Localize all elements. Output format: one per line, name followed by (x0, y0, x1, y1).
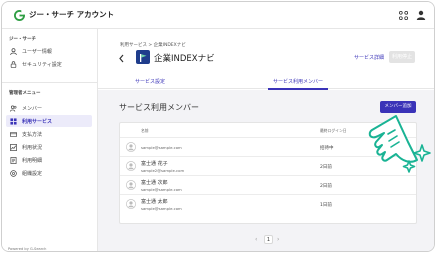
table-row[interactable]: 富士通 太郎 sample@sample.com 1日前 (120, 194, 416, 213)
member-email: sample@sample.com (141, 206, 182, 211)
member-email: sample@sample.com (141, 145, 182, 150)
column-header-last-login: 最終ログイン日 (320, 128, 347, 133)
sidebar-item-services[interactable]: 利用サービス (6, 115, 92, 127)
member-last-login: 1日前 (320, 203, 332, 208)
pagination-next[interactable]: › (277, 236, 279, 243)
sidebar-org-name: ジー・サーチ (9, 37, 36, 42)
top-bar: ジー・サーチ アカウント (2, 2, 434, 29)
pagination-current-page[interactable]: 1 (264, 235, 273, 244)
member-last-login: 招待中 (320, 146, 334, 151)
member-email: sample@sample.com (141, 187, 182, 192)
service-detail-button[interactable]: サービス詳細 (354, 54, 384, 61)
sidebar-item-label: 利用明細 (22, 157, 43, 164)
lock-icon (10, 60, 17, 68)
sidebar-item-label: 利用サービス (22, 118, 53, 125)
sidebar-item-org-settings[interactable]: 組織設定 (6, 167, 92, 179)
page-title: 企業INDEXナビ (154, 54, 215, 64)
avatar-icon (126, 199, 136, 209)
sidebar-item-members[interactable]: メンバー (6, 102, 92, 114)
sidebar-admin-header: 管理者メニュー (9, 91, 41, 96)
sidebar-item-label: 支払方法 (22, 131, 43, 138)
members-icon (10, 105, 17, 112)
chart-icon (10, 143, 17, 151)
sidebar-item-payment[interactable]: 支払方法 (6, 128, 92, 140)
g-logo-icon (14, 10, 25, 21)
tab-service-settings[interactable]: サービス設定 (135, 78, 165, 85)
member-name: 富士通 太郎 (141, 199, 168, 205)
document-icon (10, 156, 17, 164)
sidebar-item-security[interactable]: セキュリティ設定 (6, 58, 92, 70)
member-last-login: 2日前 (320, 165, 332, 170)
member-name: 富士通 花子 (141, 161, 168, 167)
sidebar: ジー・サーチ ユーザー情報 セキュリティ設定 管理者メニュー メンバー 利用サー… (2, 29, 98, 251)
app-window: ジー・サーチ アカウント ジー・サーチ ユーザー情報 セキュリティ設定 管理者メ… (1, 1, 435, 252)
table-row[interactable]: 富士通 次郎 sample@sample.com 2日前 (120, 175, 416, 194)
pagination-prev[interactable]: ‹ (255, 236, 257, 243)
tab-service-members[interactable]: サービス利用メンバー (273, 78, 323, 85)
avatar-icon (126, 142, 136, 152)
member-name: 富士通 次郎 (141, 180, 168, 186)
sidebar-item-usage[interactable]: 利用状況 (6, 141, 92, 153)
member-last-login: 2日前 (320, 184, 332, 189)
sidebar-item-label: セキュリティ設定 (22, 61, 62, 68)
grid-icon (10, 117, 17, 125)
user-icon (10, 47, 17, 55)
service-logo-icon (136, 50, 150, 64)
app-grid-icon[interactable] (399, 11, 408, 20)
column-header-name: 名前 (141, 128, 149, 133)
breadcrumb[interactable]: 利用サービス > 企業INDEXナビ (120, 42, 186, 48)
avatar-icon (126, 161, 136, 171)
back-chevron-icon[interactable] (118, 54, 125, 63)
sidebar-item-label: ユーザー情報 (22, 48, 52, 55)
tab-bar: サービス設定 サービス利用メンバー (98, 75, 434, 90)
sidebar-item-label: メンバー (22, 105, 43, 112)
app-title: ジー・サーチ アカウント (29, 10, 115, 19)
avatar-icon (126, 180, 136, 190)
stop-service-button[interactable]: 利用停止 (389, 51, 415, 63)
powered-by: Powered by G-Search (8, 247, 47, 251)
sidebar-item-label: 利用状況 (22, 144, 43, 151)
sidebar-item-label: 組織設定 (22, 170, 43, 177)
account-icon[interactable] (416, 10, 426, 20)
member-email: sample2@sample.com (141, 168, 185, 173)
sidebar-item-user-info[interactable]: ユーザー情報 (6, 45, 92, 57)
sidebar-item-statement[interactable]: 利用明細 (6, 154, 92, 166)
pointing-hand-icon (368, 115, 431, 173)
add-member-button[interactable]: メンバー追加 (380, 101, 416, 113)
section-title: サービス利用メンバー (119, 103, 199, 112)
gear-icon (10, 169, 17, 177)
sidebar-divider (2, 82, 98, 83)
card-icon (10, 131, 17, 137)
